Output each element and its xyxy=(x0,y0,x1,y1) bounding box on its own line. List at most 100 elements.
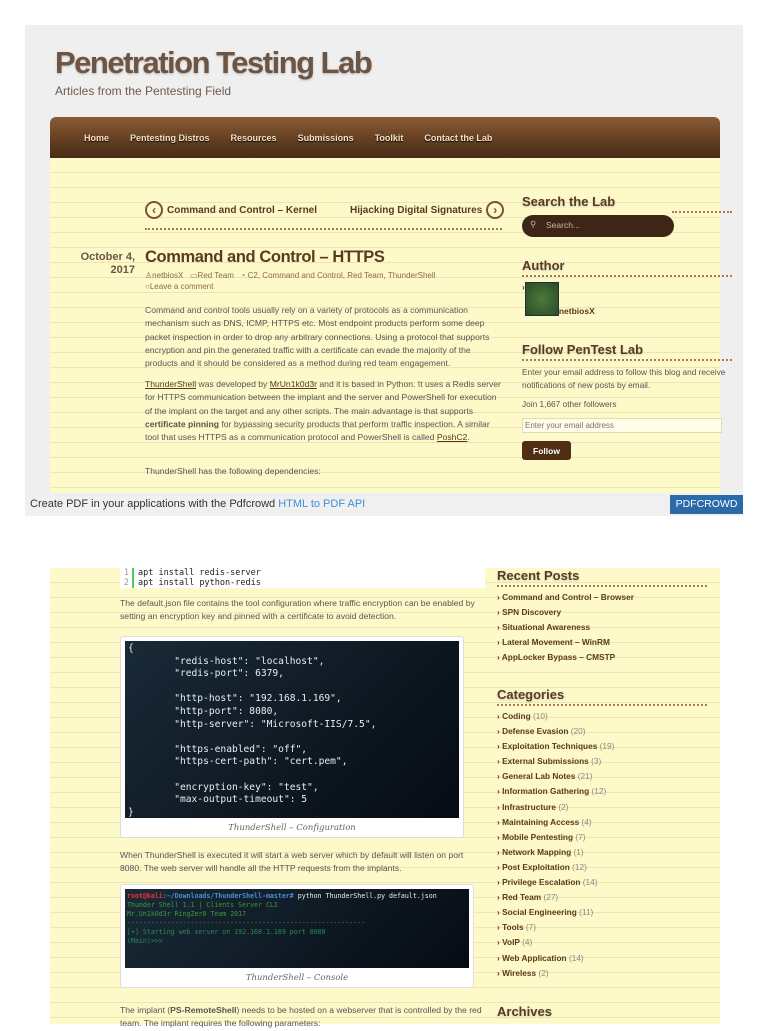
author-name-link[interactable]: netbiosX xyxy=(559,306,595,316)
category-count: (14) xyxy=(582,877,598,888)
pdfcrowd-api-link[interactable]: HTML to PDF API xyxy=(278,498,365,510)
main-nav: Home Pentesting Distros Resources Submis… xyxy=(50,117,720,158)
content-area-page-2: 1 apt install redis-server 2 apt install p… xyxy=(50,568,720,1028)
post-meta: ♙netbiosX ▭Red Team ◔ C2, Command and Co… xyxy=(145,270,505,292)
category-link[interactable]: Wireless (2) xyxy=(497,968,707,983)
category-link[interactable]: Coding (10) xyxy=(497,711,707,726)
follow-button[interactable]: Follow xyxy=(522,441,571,460)
category-count: (1) xyxy=(573,846,584,857)
figure-caption: ThunderShell – Configuration xyxy=(228,823,356,833)
post-title[interactable]: Command and Control – HTTPS xyxy=(145,248,385,267)
category-name: Mobile Pentesting xyxy=(502,831,574,842)
nav-pentesting-distros[interactable]: Pentesting Distros xyxy=(130,133,210,143)
poshc2-link[interactable]: PoshC2 xyxy=(437,432,468,442)
category-link[interactable]: Information Gathering (12) xyxy=(497,786,707,801)
recent-post-link[interactable]: Situational Awareness xyxy=(497,622,707,637)
category-count: (12) xyxy=(572,861,587,872)
widget-title: Archives xyxy=(497,1004,552,1019)
email-input[interactable] xyxy=(522,418,722,433)
category-name: Network Mapping xyxy=(502,846,572,857)
command: python ThunderShell.py default.json xyxy=(293,892,437,900)
prompt-user: root@kali xyxy=(127,892,163,900)
search-input[interactable]: ⚲ Search... xyxy=(522,215,674,237)
author-link[interactable]: netbiosX xyxy=(152,271,183,280)
figure-caption: ThunderShell – Console xyxy=(245,973,349,983)
recent-post-link[interactable]: Lateral Movement – WinRM xyxy=(497,637,707,652)
post-date: October 4, 2017 xyxy=(80,251,135,277)
category-name: Infrastructure xyxy=(502,801,557,812)
category-link[interactable]: Tools (7) xyxy=(497,922,707,937)
pdfcrowd-button[interactable]: PDFCROWD xyxy=(670,495,743,514)
category-link[interactable]: Privilege Escalation (14) xyxy=(497,877,707,892)
recent-posts-widget: Recent Posts Command and Control – Brows… xyxy=(497,568,707,667)
text: . xyxy=(467,432,470,443)
category-count: (14) xyxy=(568,952,584,963)
console-screenshot: root@kali:~/Downloads/ThunderShell-maste… xyxy=(125,889,469,968)
nav-contact[interactable]: Contact the Lab xyxy=(424,133,492,143)
paragraph-intro: Command and control tools usually rely o… xyxy=(145,305,490,369)
page-1: Penetration Testing Lab Articles from th… xyxy=(25,25,743,493)
category-name: Privilege Escalation xyxy=(502,877,581,888)
category-name: Maintaining Access xyxy=(502,816,580,827)
category-link[interactable]: Red Team (27) xyxy=(497,892,707,907)
paragraph-webserver: When ThunderShell is executed it will st… xyxy=(120,850,464,874)
category-count: (2) xyxy=(538,967,549,978)
tag-icon: ◔ xyxy=(240,271,246,280)
category-link[interactable]: Red Team xyxy=(198,271,234,280)
console-line: Thunder Shell 1.1 | Clients Server CLI xyxy=(127,901,278,909)
category-link[interactable]: Social Engineering (11) xyxy=(497,907,707,922)
line-number: 2 xyxy=(120,578,134,588)
category-count: (3) xyxy=(591,756,602,767)
avatar[interactable] xyxy=(524,282,559,316)
category-name: Red Team xyxy=(502,892,542,903)
category-link[interactable]: Post Exploitation (12) xyxy=(497,862,707,877)
paragraph-thundershell: ThunderShell was developed by MrUn1k0d3r… xyxy=(145,378,505,444)
console-figure: root@kali:~/Downloads/ThunderShell-maste… xyxy=(120,884,474,988)
tags-links[interactable]: C2, Command and Control, Red Team, Thund… xyxy=(248,271,436,280)
nav-toolkit[interactable]: Toolkit xyxy=(375,133,404,143)
date-line2: 2017 xyxy=(110,264,135,276)
bold-text: certificate pinning xyxy=(145,418,220,429)
category-link[interactable]: Maintaining Access (4) xyxy=(497,817,707,832)
recent-posts-list: Command and Control – BrowserSPN Discove… xyxy=(497,592,707,667)
recent-post-link[interactable]: AppLocker Bypass – CMSTP xyxy=(497,652,707,667)
category-count: (10) xyxy=(532,711,548,721)
category-link[interactable]: Network Mapping (1) xyxy=(497,847,707,862)
console-line: [+] Starting web server on 192.168.1.169… xyxy=(127,928,326,936)
leave-comment-link[interactable]: Leave a comment xyxy=(150,282,214,291)
next-post-link[interactable]: Hijacking Digital Signatures › xyxy=(350,201,505,219)
category-name: External Submissions xyxy=(502,756,589,767)
category-link[interactable]: Infrastructure (2) xyxy=(497,802,707,817)
category-name: VoIP xyxy=(502,937,520,948)
line-number: 1 xyxy=(120,568,134,578)
category-link[interactable]: Exploitation Techniques (19) xyxy=(497,741,707,756)
recent-post-link[interactable]: Command and Control – Browser xyxy=(497,592,707,607)
categories-list: Coding (10)Defense Evasion (20)Exploitat… xyxy=(497,711,707,983)
category-name: Tools xyxy=(502,922,524,933)
nav-home[interactable]: Home xyxy=(84,133,109,143)
category-count: (19) xyxy=(599,741,615,752)
category-link[interactable]: VoIP (4) xyxy=(497,937,707,952)
follow-description: Enter your email address to follow this … xyxy=(522,367,726,390)
author-github-link[interactable]: MrUn1k0d3r xyxy=(270,379,317,389)
recent-post-link[interactable]: SPN Discovery xyxy=(497,607,707,622)
nav-resources[interactable]: Resources xyxy=(231,133,277,143)
nav-submissions[interactable]: Submissions xyxy=(298,133,354,143)
follow-widget: Follow PenTest Lab Enter your email addr… xyxy=(522,342,732,460)
category-count: (12) xyxy=(591,786,607,797)
category-link[interactable]: Defense Evasion (20) xyxy=(497,726,707,741)
thundershell-link[interactable]: ThunderShell xyxy=(145,379,196,389)
divider xyxy=(145,228,502,230)
site-title[interactable]: Penetration Testing Lab xyxy=(55,45,373,81)
folder-icon: ▭ xyxy=(189,271,198,280)
category-link[interactable]: External Submissions (3) xyxy=(497,756,707,771)
code-line: apt install redis-server xyxy=(138,568,261,578)
category-count: (20) xyxy=(570,726,586,737)
category-link[interactable]: Web Application (14) xyxy=(497,953,707,968)
category-name: Post Exploitation xyxy=(502,861,570,872)
category-link[interactable]: General Lab Notes (21) xyxy=(497,771,707,786)
category-link[interactable]: Mobile Pentesting (7) xyxy=(497,832,707,847)
follower-count: Join 1,667 other followers xyxy=(522,399,617,409)
archives-widget: Archives xyxy=(497,1004,707,1019)
prev-post-link[interactable]: ‹ Command and Control – Kernel xyxy=(145,201,317,219)
